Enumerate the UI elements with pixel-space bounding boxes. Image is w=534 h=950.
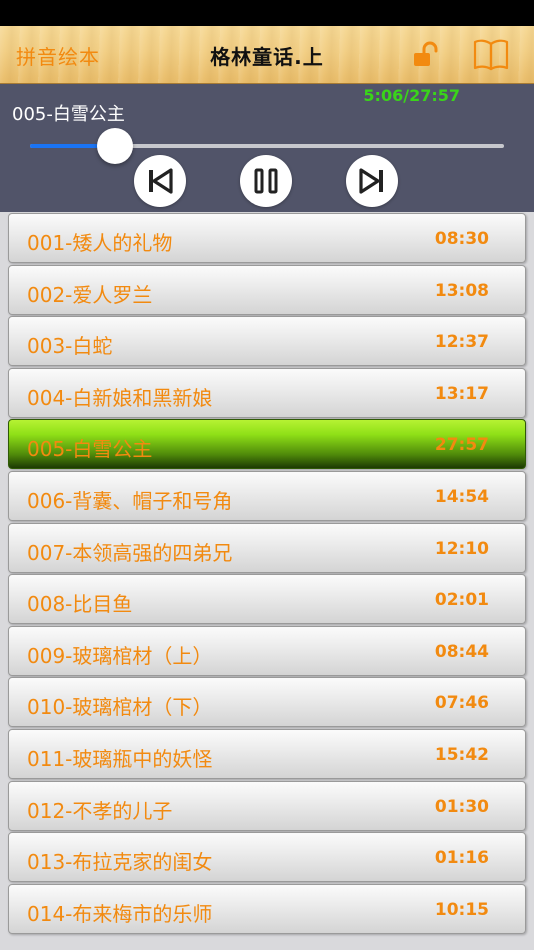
- track-duration: 12:10: [434, 538, 489, 559]
- track-duration: 07:46: [434, 693, 489, 714]
- pause-button[interactable]: [240, 155, 292, 207]
- progress-slider[interactable]: [30, 128, 504, 164]
- player-panel: 005-白雪公主 5:06/27:57: [0, 84, 534, 212]
- track-title: 001-矮人的礼物: [27, 231, 173, 255]
- track-duration: 10:15: [434, 899, 489, 920]
- track-title: 002-爱人罗兰: [27, 282, 153, 307]
- track-row[interactable]: 013-布拉克家的闺女 01:16: [8, 832, 526, 883]
- track-duration: 01:16: [434, 848, 489, 869]
- track-duration: 27:57: [434, 435, 489, 456]
- track-title: 009-玻璃棺材（上）: [27, 643, 213, 668]
- pause-icon: [254, 168, 278, 194]
- unlock-icon: [414, 41, 438, 66]
- track-title: 007-本领高强的四弟兄: [27, 540, 233, 565]
- unlock-button[interactable]: [412, 40, 440, 70]
- track-duration: 02:01: [434, 590, 489, 611]
- track-duration: 13:08: [434, 280, 489, 301]
- track-title: 005-白雪公主: [27, 437, 153, 462]
- track-duration: 14:54: [434, 487, 489, 507]
- track-row[interactable]: 008-比目鱼 02:01: [8, 574, 526, 625]
- track-title: 006-背囊、帽子和号角: [27, 489, 233, 513]
- book-icon: [473, 39, 509, 71]
- track-row[interactable]: 007-本领高强的四弟兄 12:10: [8, 522, 526, 573]
- track-row[interactable]: 005-白雪公主 27:57: [8, 419, 526, 470]
- bookshelf-button[interactable]: [472, 38, 510, 72]
- track-row[interactable]: 001-矮人的礼物 08:30: [8, 213, 526, 263]
- track-duration: 12:37: [434, 332, 489, 353]
- track-row[interactable]: 006-背囊、帽子和号角 14:54: [8, 471, 526, 521]
- track-row[interactable]: 009-玻璃棺材（上） 08:44: [8, 625, 526, 676]
- slider-thumb[interactable]: [97, 128, 134, 164]
- track-row[interactable]: 014-布来梅市的乐师 10:15: [8, 883, 526, 934]
- track-title: 004-白新娘和黑新娘: [27, 385, 213, 410]
- next-track-button[interactable]: [346, 155, 398, 207]
- nav-bar: 拼音绘本 格林童话.上: [0, 26, 534, 84]
- track-duration: 08:44: [434, 641, 489, 662]
- status-bar: [0, 0, 534, 26]
- track-row[interactable]: 002-爱人罗兰 13:08: [8, 264, 526, 315]
- track-title: 014-布来梅市的乐师: [27, 901, 213, 926]
- track-title: 013-布拉克家的闺女: [27, 850, 213, 875]
- track-duration: 08:30: [434, 229, 489, 249]
- track-row[interactable]: 012-不孝的儿子 01:30: [8, 780, 526, 831]
- skip-next-icon: [359, 168, 383, 194]
- track-row[interactable]: 004-白新娘和黑新娘 13:17: [8, 367, 526, 418]
- current-track-title: 005-白雪公主: [12, 104, 125, 125]
- track-title: 008-比目鱼: [27, 592, 133, 617]
- track-row[interactable]: 010-玻璃棺材（下） 07:46: [8, 677, 526, 728]
- track-duration: 01:30: [434, 796, 489, 817]
- playback-time: 5:06/27:57: [363, 86, 460, 105]
- track-row[interactable]: 011-玻璃瓶中的妖怪 15:42: [8, 729, 526, 779]
- previous-track-button[interactable]: [134, 155, 186, 207]
- track-title: 010-玻璃棺材（下）: [27, 695, 213, 720]
- track-row[interactable]: 003-白蛇 12:37: [8, 316, 526, 367]
- skip-previous-icon: [149, 168, 173, 194]
- track-list[interactable]: 001-矮人的礼物 08:30 002-爱人罗兰 13:08 003-白蛇 12:37 00…: [0, 212, 534, 950]
- track-duration: 15:42: [434, 745, 489, 765]
- track-title: 003-白蛇: [27, 334, 113, 359]
- track-duration: 13:17: [434, 383, 489, 404]
- track-title: 012-不孝的儿子: [27, 798, 173, 823]
- track-title: 011-玻璃瓶中的妖怪: [27, 747, 213, 771]
- page-title: 格林童话.上: [210, 45, 324, 69]
